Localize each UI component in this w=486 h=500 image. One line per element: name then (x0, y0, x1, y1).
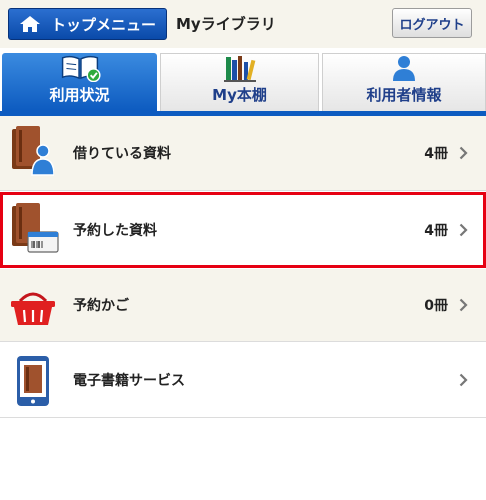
top-menu-label: トップメニュー (51, 15, 157, 34)
chevron-right-icon (459, 146, 468, 160)
chevron-right-icon (459, 373, 468, 387)
list-item-count: 0冊 (424, 298, 448, 314)
chevron-right-icon (459, 298, 468, 312)
home-icon (20, 16, 40, 32)
bookshelf-icon (223, 56, 256, 82)
list-item-reservation-basket[interactable]: 予約かご 0冊 (0, 269, 486, 342)
top-menu-button[interactable]: トップメニュー (8, 8, 167, 40)
list-item-count: 4冊 (424, 222, 448, 239)
ebook-tablet-icon (17, 356, 49, 406)
tab-user-info-label: 利用者情報 (366, 86, 442, 104)
list-item-borrowed[interactable]: 借りている資料 4冊 (0, 116, 486, 191)
list-item-label: 借りている資料 (73, 146, 171, 162)
chevron-right-icon (459, 223, 468, 236)
tab-bar: 利用状況 My本棚 利用者情報 (0, 53, 486, 115)
logout-button[interactable]: ログアウト (392, 8, 472, 38)
tab-my-bookshelf[interactable]: My本棚 (160, 53, 319, 111)
tab-user-info[interactable]: 利用者情報 (322, 53, 486, 111)
page-title: Myライブラリ (176, 15, 276, 33)
list-item-label: 予約かご (73, 298, 129, 314)
open-book-check-icon (61, 55, 101, 82)
list-item-count: 4冊 (424, 146, 448, 162)
books-person-icon (12, 126, 54, 176)
person-icon (393, 56, 415, 81)
tab-usage-status[interactable]: 利用状況 (2, 53, 157, 111)
list-item-label: 予約した資料 (73, 222, 157, 239)
list-item-reserved[interactable]: 予約した資料 4冊 (0, 192, 486, 268)
header: トップメニュー Myライブラリ ログアウト (0, 0, 486, 48)
tab-usage-status-label: 利用状況 (49, 86, 110, 104)
tab-my-bookshelf-label: My本棚 (212, 86, 267, 104)
basket-icon (11, 292, 55, 325)
books-card-icon (12, 203, 59, 253)
list-item-label: 電子書籍サービス (73, 373, 185, 389)
list-item-ebook-service[interactable]: 電子書籍サービス (0, 343, 486, 418)
